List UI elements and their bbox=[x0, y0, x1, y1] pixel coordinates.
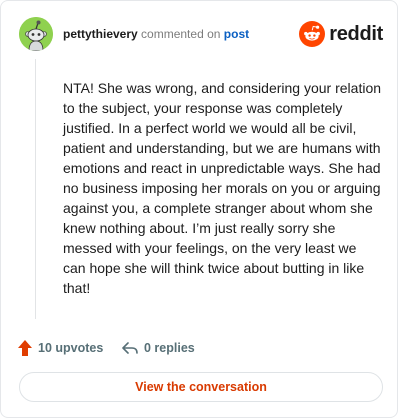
action-text: commented on bbox=[141, 27, 221, 41]
reply-count[interactable]: 0 replies bbox=[121, 337, 195, 359]
comment-header: pettythievery commented on post reddit bbox=[19, 17, 383, 51]
comment-body: NTA! She was wrong, and considering your… bbox=[63, 80, 382, 296]
username-link[interactable]: pettythievery bbox=[63, 27, 138, 41]
comment-meta: pettythievery commented on post bbox=[63, 27, 249, 41]
upvote-arrow-icon bbox=[18, 340, 32, 356]
snoo-avatar-icon bbox=[19, 17, 53, 51]
reddit-snoo-icon bbox=[299, 21, 326, 47]
upvote-label: 10 upvotes bbox=[38, 341, 104, 355]
comment-footer: 10 upvotes 0 replies bbox=[17, 337, 377, 359]
view-conversation-button[interactable]: View the conversation bbox=[19, 372, 383, 402]
post-link[interactable]: post bbox=[224, 27, 249, 41]
thread-line bbox=[35, 59, 36, 319]
reddit-logo[interactable]: reddit bbox=[299, 19, 383, 49]
reply-arrow-icon bbox=[122, 342, 138, 354]
avatar[interactable] bbox=[19, 17, 53, 51]
upvote-count[interactable]: 10 upvotes bbox=[17, 337, 103, 359]
reply-label: 0 replies bbox=[144, 341, 195, 355]
comment-embed-card: pettythievery commented on post reddit N… bbox=[0, 0, 398, 418]
reddit-wordmark: reddit bbox=[329, 22, 383, 45]
